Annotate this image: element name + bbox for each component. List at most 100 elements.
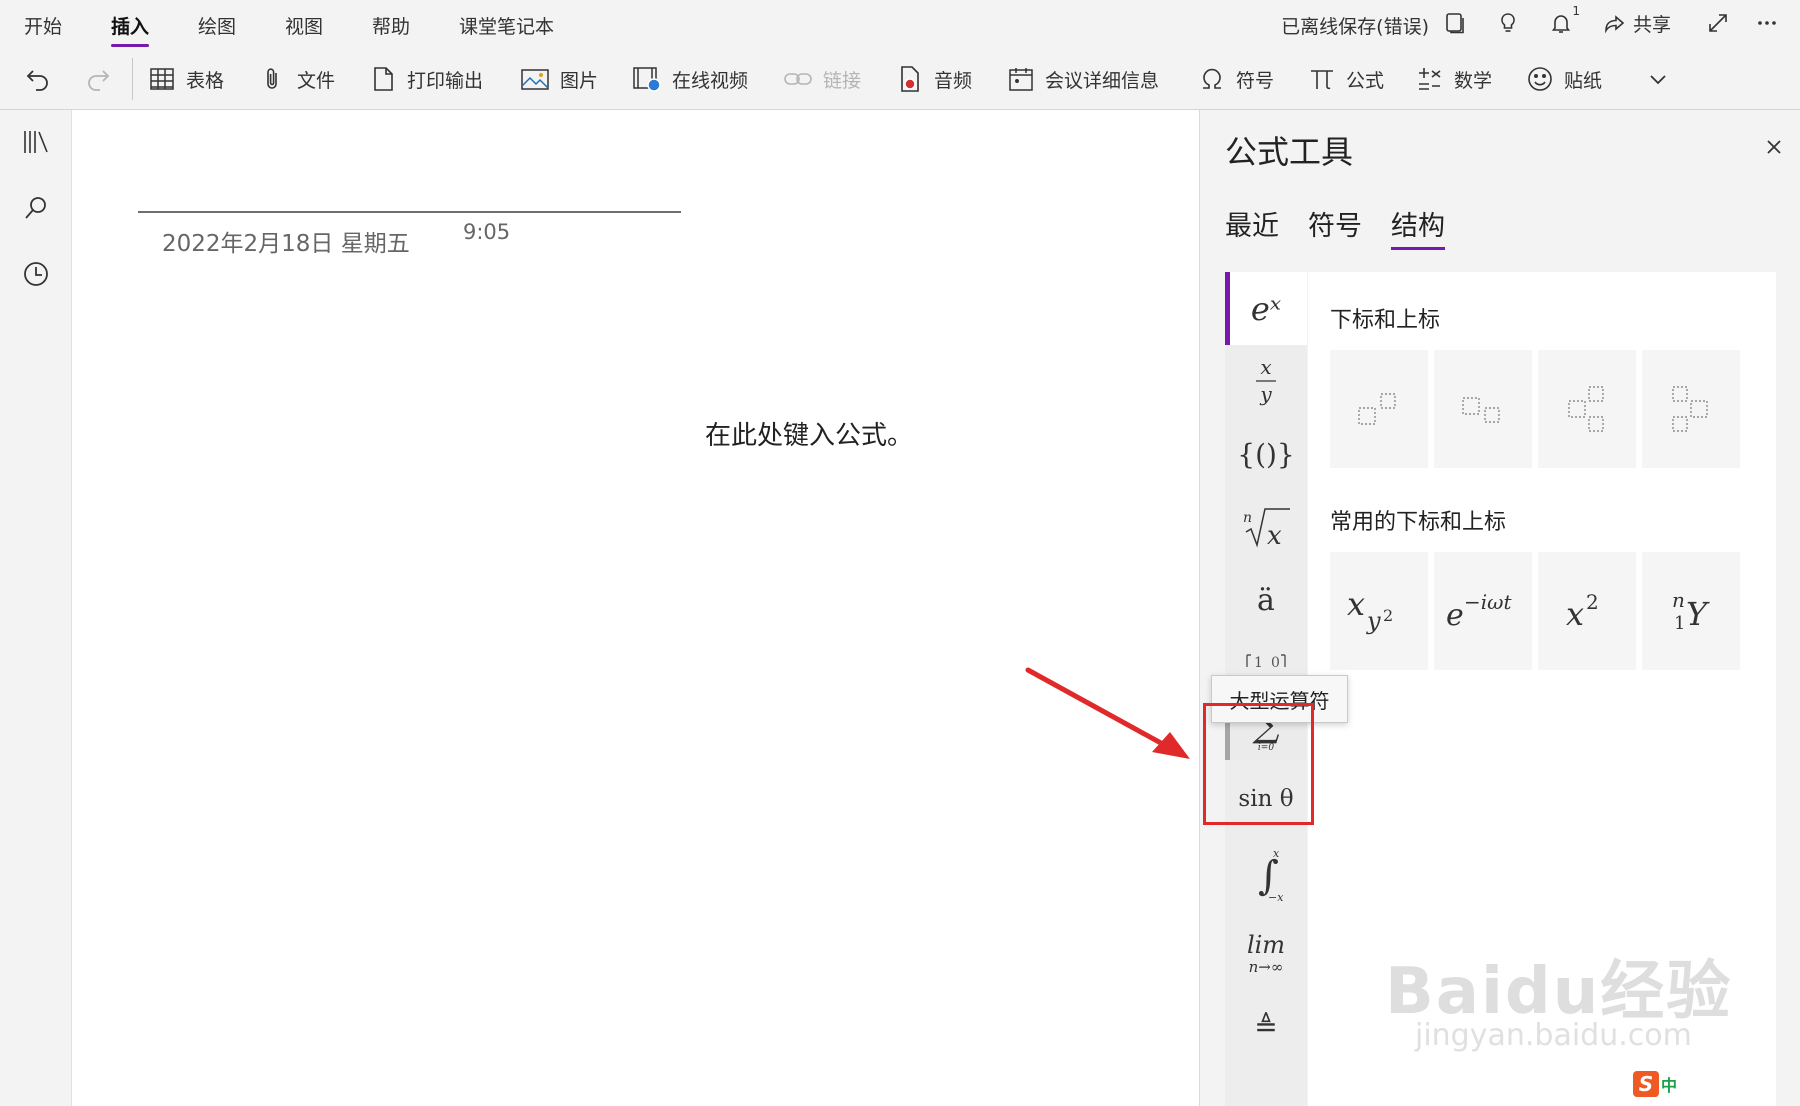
notification-bell-icon[interactable]: 1 bbox=[1546, 4, 1580, 38]
category-fraction[interactable]: x y bbox=[1225, 345, 1307, 418]
insert-link-button[interactable]: 链接 bbox=[783, 62, 861, 96]
svg-text:−x: −x bbox=[1268, 891, 1284, 904]
tile-subscript[interactable] bbox=[1434, 350, 1532, 468]
insert-audio-button[interactable]: 音频 bbox=[896, 62, 972, 96]
insert-sticker-button[interactable]: 贴纸 bbox=[1526, 62, 1602, 96]
page-title-line[interactable] bbox=[138, 211, 681, 213]
notebook-pages-icon[interactable] bbox=[1440, 8, 1470, 38]
tab-help[interactable]: 帮助 bbox=[372, 12, 410, 39]
close-icon bbox=[1767, 140, 1781, 154]
notebooks-library-icon[interactable] bbox=[20, 126, 52, 158]
integral-icon: ∫ x −x bbox=[1258, 847, 1284, 904]
tab-class-notebook[interactable]: 课堂笔记本 bbox=[459, 12, 554, 39]
category-operator[interactable]: ≜ bbox=[1225, 990, 1307, 1063]
paperclip-icon bbox=[267, 68, 277, 89]
tab-symbols[interactable]: 符号 bbox=[1308, 204, 1362, 243]
tab-view[interactable]: 视图 bbox=[285, 12, 323, 39]
superscript-template-icon bbox=[1358, 393, 1396, 425]
scripts-heading: 下标和上标 bbox=[1330, 308, 1441, 333]
recent-clock-icon[interactable] bbox=[20, 258, 52, 290]
insert-equation-button[interactable]: 公式 bbox=[1308, 62, 1384, 96]
ime-indicator[interactable]: S 中 bbox=[1633, 1071, 1689, 1097]
expand-icon[interactable] bbox=[1703, 8, 1733, 38]
svg-text:x: x bbox=[1267, 521, 1282, 550]
tab-home[interactable]: 开始 bbox=[24, 12, 62, 39]
insert-printout-button[interactable]: 打印输出 bbox=[369, 62, 483, 96]
svg-text:n: n bbox=[1672, 588, 1685, 612]
ribbon-tab-row: 开始 插入 绘图 视图 帮助 课堂笔记本 已离线保存(错误) 1 共享 bbox=[0, 0, 1800, 48]
tile-left-scripts-y[interactable]: n 1 Y bbox=[1642, 552, 1740, 670]
svg-text:−iωt: −iωt bbox=[1464, 590, 1512, 614]
svg-text:x: x bbox=[1347, 585, 1365, 623]
share-label: 共享 bbox=[1633, 14, 1672, 36]
svg-text:2: 2 bbox=[1383, 606, 1393, 625]
common-scripts-heading: 常用的下标和上标 bbox=[1330, 510, 1507, 535]
e-minus-i-omega-t-formula: e −iωt bbox=[1446, 590, 1512, 633]
watermark-url: jingyan.baidu.com bbox=[1415, 1018, 1692, 1053]
sync-status[interactable]: 已离线保存(错误) bbox=[1281, 12, 1429, 39]
insert-table-button[interactable]: 表格 bbox=[148, 62, 224, 96]
tile-x-sub-y-squared[interactable]: x y 2 bbox=[1330, 552, 1428, 670]
close-pane-button[interactable] bbox=[1761, 134, 1787, 160]
tile-e-minus-iwt[interactable]: e −iωt bbox=[1434, 552, 1532, 670]
insert-online-video-button[interactable]: 在线视频 bbox=[632, 62, 748, 96]
left-sub-superscript-template-icon bbox=[1672, 386, 1708, 432]
math-icon bbox=[1419, 68, 1441, 90]
equation-input-placeholder[interactable]: 在此处键入公式。 bbox=[705, 415, 913, 452]
note-time: 9:05 bbox=[463, 220, 511, 244]
more-options-icon[interactable] bbox=[1752, 8, 1782, 38]
x-squared-formula: x 2 bbox=[1566, 590, 1599, 633]
category-radical[interactable]: n x bbox=[1225, 491, 1307, 564]
table-icon bbox=[150, 68, 174, 90]
tab-insert[interactable]: 插入 bbox=[111, 12, 150, 47]
category-integral[interactable]: ∫ x −x bbox=[1225, 835, 1307, 915]
tile-left-sub-superscript[interactable] bbox=[1642, 350, 1740, 468]
sub-superscript-template-icon bbox=[1568, 386, 1604, 432]
tile-x-squared[interactable]: x 2 bbox=[1538, 552, 1636, 670]
note-date: 2022年2月18日 星期五 bbox=[162, 231, 410, 257]
share-button[interactable]: 共享 bbox=[1603, 10, 1671, 37]
insert-file-button[interactable]: 文件 bbox=[259, 62, 335, 96]
search-icon[interactable] bbox=[20, 192, 52, 224]
n-1-y-formula: n 1 Y bbox=[1672, 588, 1710, 634]
tile-sub-superscript[interactable] bbox=[1538, 350, 1636, 468]
category-limit[interactable]: lim n→∞ bbox=[1225, 917, 1307, 990]
svg-text:2: 2 bbox=[1586, 590, 1599, 614]
navigation-rail bbox=[0, 110, 72, 1106]
redo-button[interactable] bbox=[84, 62, 112, 96]
ime-mode: 中 bbox=[1661, 1076, 1678, 1095]
svg-text:n: n bbox=[1243, 510, 1252, 526]
note-canvas[interactable]: 2022年2月18日 星期五 9:05 在此处键入公式。 bbox=[72, 110, 1199, 1106]
tab-recent[interactable]: 最近 bbox=[1225, 204, 1279, 243]
document-icon bbox=[374, 67, 393, 91]
tab-structures[interactable]: 结构 bbox=[1391, 204, 1445, 250]
svg-text:x: x bbox=[1260, 355, 1271, 379]
tile-superscript[interactable] bbox=[1330, 350, 1428, 468]
online-video-icon bbox=[633, 67, 661, 92]
chevron-down-icon bbox=[1650, 75, 1666, 85]
redo-icon bbox=[88, 70, 110, 91]
svg-text:1: 1 bbox=[1674, 613, 1685, 634]
insert-picture-button[interactable]: 图片 bbox=[520, 62, 598, 96]
baidu-jingyan-watermark: Baidu经验 jingyan.baidu.com bbox=[1375, 900, 1730, 1070]
notification-count: 1 bbox=[1572, 4, 1580, 18]
meeting-details-button[interactable]: 会议详细信息 bbox=[1007, 62, 1159, 96]
tab-draw[interactable]: 绘图 bbox=[198, 12, 236, 39]
insert-symbol-button[interactable]: 符号 bbox=[1198, 62, 1274, 96]
category-matrix[interactable]: 1 0 bbox=[1225, 637, 1307, 677]
picture-icon bbox=[521, 69, 549, 90]
lightbulb-icon[interactable] bbox=[1493, 8, 1523, 38]
sogou-ime-icon: S bbox=[1633, 1071, 1659, 1097]
undo-icon bbox=[26, 70, 48, 91]
category-accent[interactable]: ä bbox=[1225, 564, 1307, 637]
undo-button[interactable] bbox=[24, 62, 52, 96]
ribbon-more-button[interactable] bbox=[1646, 62, 1670, 96]
matrix-icon: 1 0 bbox=[1246, 654, 1286, 667]
sticker-smiley-icon bbox=[1528, 67, 1552, 91]
ribbon-command-row: 表格 文件 打印输出 图片 在线视频 链接 音频 会议详细信息 符号 公式 数学 bbox=[0, 48, 1800, 110]
share-icon bbox=[1605, 14, 1625, 34]
category-bracket[interactable]: {()} bbox=[1225, 418, 1307, 491]
audio-record-icon bbox=[901, 66, 919, 92]
category-scripts[interactable]: eˣ bbox=[1225, 272, 1307, 345]
math-button[interactable]: 数学 bbox=[1416, 62, 1492, 96]
